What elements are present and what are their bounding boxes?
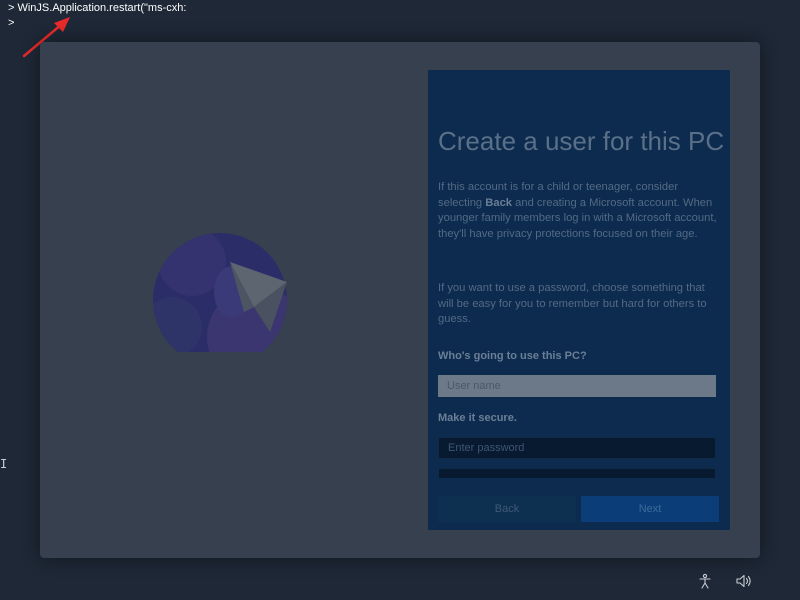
speaker-icon[interactable] — [735, 573, 753, 589]
accessibility-icon[interactable] — [697, 573, 713, 589]
username-input[interactable] — [438, 375, 716, 397]
secure-label: Make it secure. — [438, 412, 517, 424]
back-emphasis: Back — [485, 196, 513, 209]
password-input[interactable] — [438, 437, 716, 459]
back-button[interactable]: Back — [438, 496, 576, 522]
who-label: Who's going to use this PC? — [438, 350, 587, 362]
globe-paper-plane-illustration-icon — [153, 233, 287, 352]
reenter-password-input[interactable] — [438, 468, 716, 478]
text-cursor-icon: I — [0, 457, 8, 471]
child-account-info: If this account is for a child or teenag… — [438, 180, 722, 242]
oobe-window: Create a user for this PC If this accoun… — [40, 42, 760, 558]
create-user-panel: Create a user for this PC If this accoun… — [428, 70, 730, 530]
page-title: Create a user for this PC — [438, 126, 725, 156]
next-button[interactable]: Next — [581, 496, 719, 522]
password-info: If you want to use a password, choose so… — [438, 282, 707, 326]
